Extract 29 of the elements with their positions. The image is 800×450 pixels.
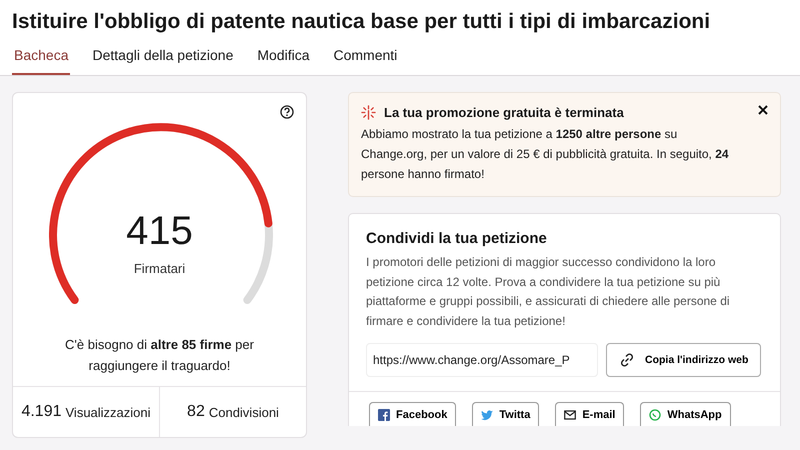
chat-bubble-icon — [649, 408, 662, 420]
promo-message: Abbiamo mostrato la tua petizione a 1250 altre persone su Change.org, per un valore di 25 € di pubblicità gratuita. In seguito, 24 persone hanno firmato! — [361, 126, 730, 183]
share-button[interactable]: Twitta — [472, 402, 540, 426]
envelope-icon — [564, 408, 576, 420]
tab[interactable]: Dettagli della petizione — [90, 44, 236, 75]
signature-label: Firmatari — [134, 261, 186, 276]
stat-label: Condivisioni — [208, 404, 279, 420]
copy-link-button[interactable]: Copia l'indirizzo web — [606, 343, 762, 377]
stat-value: 4.191 — [21, 403, 62, 421]
bird-icon — [481, 408, 494, 420]
page-title: Istituire l'obbligo di patente nautica base per tutti i tipi di imbarcazioni — [12, 10, 710, 34]
sparkle-icon — [361, 105, 376, 120]
help-icon[interactable] — [280, 105, 294, 119]
share-button[interactable]: Facebook — [369, 402, 456, 426]
facebook-icon — [378, 408, 390, 420]
share-button[interactable]: E-mail — [555, 402, 624, 426]
link-icon — [619, 352, 635, 368]
stat-label: Visualizzazioni — [66, 404, 151, 420]
share-button[interactable]: WhatsApp — [640, 402, 731, 426]
tab[interactable]: Commenti — [332, 44, 400, 75]
promo-title: La tua promozione gratuita è terminata — [384, 105, 624, 120]
tab[interactable]: Bacheca — [12, 44, 70, 75]
url-field[interactable]: https://www.change.org/Assomare_P — [366, 343, 598, 377]
tab[interactable]: Modifica — [255, 44, 312, 75]
signature-count: 415 — [126, 211, 193, 251]
stat-value: 82 — [187, 403, 205, 421]
share-description: I promotori delle petizioni di maggior successo condividono la loro petizione circa 12 volte. Prova a condividere la tua petizione su più piattaforme e gruppi possibili, e assicurati di chiedere alle persone di firmare e condividere la tua petizione! — [366, 254, 731, 330]
goal-message: C'è bisogno di altre 85 firme per raggiungere il traguardo! — [64, 336, 255, 375]
share-title: Condividi la tua petizione — [366, 230, 548, 247]
